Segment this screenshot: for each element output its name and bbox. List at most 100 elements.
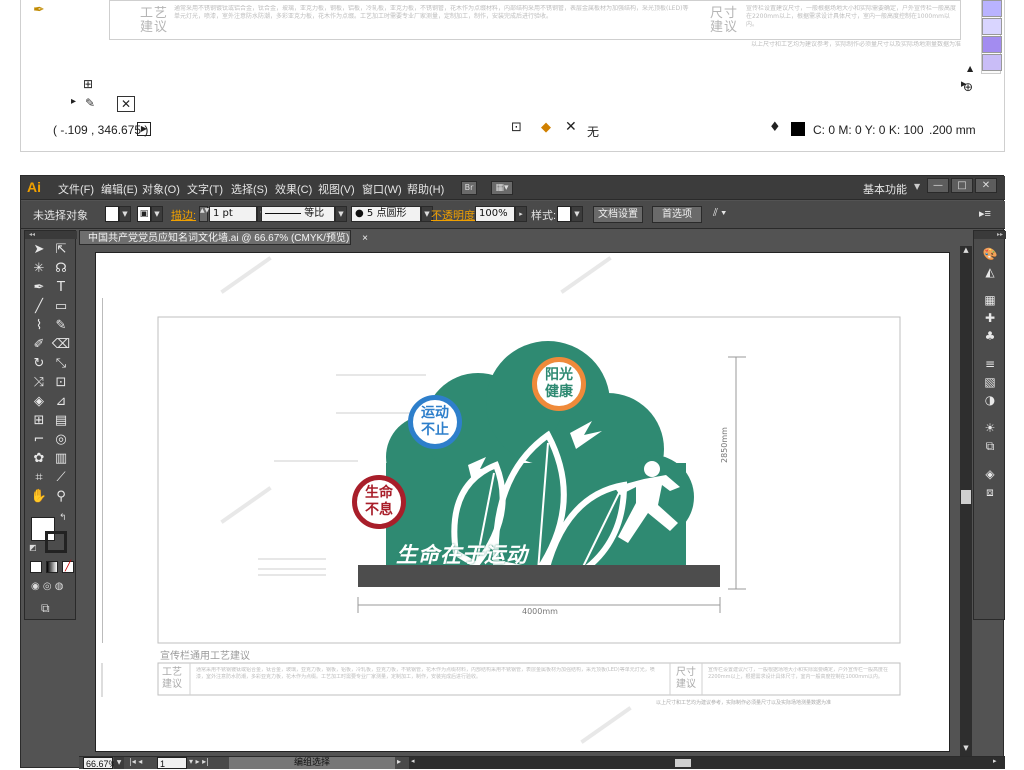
- draw-modes-icon[interactable]: ◉ ◎ ◍: [31, 581, 64, 592]
- color-mode-icon[interactable]: [30, 561, 42, 573]
- horizontal-scrollbar[interactable]: ◂ ▸: [409, 757, 1005, 769]
- paint-bucket-icon[interactable]: ◆: [541, 120, 551, 135]
- lasso-tool-icon[interactable]: ☊: [51, 260, 71, 278]
- slice-tool-icon[interactable]: ⟋: [51, 469, 71, 487]
- play-icon[interactable]: ▸: [71, 96, 76, 107]
- tools-collapse-icon[interactable]: ◂◂: [25, 231, 77, 239]
- shape-builder-tool-icon[interactable]: ◈: [29, 393, 49, 411]
- opacity-dropdown-icon[interactable]: ▸: [515, 206, 527, 222]
- menu-view[interactable]: 视图(V): [318, 181, 355, 197]
- document-tab-close-icon[interactable]: ×: [362, 233, 368, 244]
- screen-mode-icon[interactable]: ⧉: [41, 601, 50, 616]
- eyedropper-icon[interactable]: ✎: [85, 96, 95, 110]
- symbol-sprayer-tool-icon[interactable]: ✿: [29, 450, 49, 468]
- hand-tool-icon[interactable]: ✋: [29, 488, 49, 506]
- opacity-input[interactable]: 100%: [475, 206, 515, 222]
- menu-type[interactable]: 文字(T): [187, 181, 223, 197]
- gradient-mode-icon[interactable]: [46, 561, 58, 573]
- none-mode-icon[interactable]: ╱: [62, 561, 74, 573]
- artboard-tool-icon[interactable]: ⌗: [29, 469, 49, 487]
- add-page-icon[interactable]: ⊞: [83, 77, 93, 91]
- graphic-style-swatch[interactable]: [557, 206, 571, 222]
- artboards-panel-icon[interactable]: ⧈: [980, 483, 1000, 501]
- swatch-2[interactable]: [982, 18, 1002, 35]
- next-artboard-icon[interactable]: ▾ ▸ ▸|: [189, 757, 209, 766]
- brush-field[interactable]: ● 5 点圆形: [351, 206, 421, 222]
- free-transform-tool-icon[interactable]: ⊡: [51, 374, 71, 392]
- perspective-grid-tool-icon[interactable]: ⊿: [51, 393, 71, 411]
- pen-tool-icon[interactable]: ✒: [33, 2, 45, 18]
- status-mode-field[interactable]: 编组选择: [229, 757, 395, 769]
- symbols-panel-icon[interactable]: ♣: [980, 327, 1000, 345]
- scroll-down-icon[interactable]: ▼: [961, 744, 971, 754]
- canvas-area[interactable]: 生命 不息 运动 不止 阳光 健康 生命在于运动 4000mm 2850mm 宣…: [79, 246, 959, 756]
- stroke-color-box[interactable]: [45, 531, 67, 553]
- maximize-button[interactable]: □: [951, 178, 973, 193]
- paintbrush-tool-icon[interactable]: ⌇: [29, 317, 49, 335]
- eraser-tool-icon[interactable]: ⌫: [51, 336, 71, 354]
- none-fill-icon[interactable]: ✕: [117, 96, 135, 112]
- menu-file[interactable]: 文件(F): [58, 181, 94, 197]
- swatch-4[interactable]: [982, 54, 1002, 71]
- close-button[interactable]: ✕: [975, 178, 997, 193]
- ink-icon[interactable]: ♦: [769, 120, 781, 135]
- arrange-documents-icon[interactable]: ▦▾: [491, 181, 513, 195]
- scroll-right-icon[interactable]: ▸: [993, 757, 997, 765]
- control-panel-menu-icon[interactable]: ▸≡: [979, 207, 991, 220]
- type-tool-icon[interactable]: T: [51, 279, 71, 297]
- color-guide-icon[interactable]: ◭: [980, 263, 1000, 281]
- menu-select[interactable]: 选择(S): [231, 181, 268, 197]
- minimize-button[interactable]: —: [927, 178, 949, 193]
- dock-expand-icon[interactable]: ▸▸: [974, 231, 1006, 239]
- swatch-1[interactable]: [982, 0, 1002, 17]
- graphic-styles-panel-icon[interactable]: ⧉: [980, 437, 1000, 455]
- hscroll-thumb[interactable]: [675, 759, 691, 767]
- magic-wand-tool-icon[interactable]: ✳: [29, 260, 49, 278]
- gradient-tool-icon[interactable]: ▤: [51, 412, 71, 430]
- fill-color-swatch[interactable]: [105, 206, 119, 222]
- stroke-profile-dropdown-icon[interactable]: ▼: [335, 206, 347, 222]
- stroke-stepper[interactable]: ▲▼: [199, 206, 209, 222]
- rotate-tool-icon[interactable]: ↻: [29, 355, 49, 373]
- layers-panel-icon[interactable]: ◈: [980, 465, 1000, 483]
- graphic-style-dropdown-icon[interactable]: ▼: [571, 206, 583, 222]
- zoom-tool-icon[interactable]: ⚲: [51, 488, 71, 506]
- artboard-number-field[interactable]: 1: [157, 757, 187, 769]
- color-panel-icon[interactable]: 🎨: [980, 245, 1000, 263]
- artboard[interactable]: 生命 不息 运动 不止 阳光 健康 生命在于运动 4000mm 2850mm 宣…: [95, 252, 950, 752]
- stroke-color-swatch[interactable]: ▣: [137, 206, 151, 222]
- preferences-button[interactable]: 首选项: [652, 206, 702, 223]
- column-graph-tool-icon[interactable]: ▥: [51, 450, 71, 468]
- menu-window[interactable]: 窗口(W): [362, 181, 402, 197]
- gradient-panel-icon[interactable]: ▧: [980, 373, 1000, 391]
- blob-brush-tool-icon[interactable]: ✐: [29, 336, 49, 354]
- swatches-panel-icon[interactable]: ▦: [980, 291, 1000, 309]
- width-tool-icon[interactable]: ⤨: [29, 374, 49, 392]
- scroll-up-icon[interactable]: ▲: [967, 64, 973, 73]
- rectangle-tool-icon[interactable]: ▭: [51, 298, 71, 316]
- selection-tool-icon[interactable]: ➤: [29, 241, 49, 259]
- first-artboard-icon[interactable]: |◂ ◂: [129, 757, 142, 766]
- scroll-up-icon[interactable]: ▲: [961, 246, 971, 256]
- stroke-profile-field[interactable]: 等比: [261, 206, 335, 222]
- mesh-tool-icon[interactable]: ⊞: [29, 412, 49, 430]
- menu-object[interactable]: 对象(O): [142, 181, 180, 197]
- default-colors-icon[interactable]: ◩: [29, 543, 37, 552]
- fill-dropdown-icon[interactable]: ▼: [119, 206, 131, 222]
- workspace-switcher[interactable]: 基本功能: [863, 181, 907, 197]
- stroke-label[interactable]: 描边:: [171, 207, 196, 223]
- scale-tool-icon[interactable]: ⤡: [51, 355, 71, 373]
- align-options-icon[interactable]: ⫽ ▾: [713, 207, 726, 220]
- direct-selection-tool-icon[interactable]: ⇱: [51, 241, 71, 259]
- opacity-label[interactable]: 不透明度:: [431, 207, 478, 223]
- color-swatch-black[interactable]: [791, 122, 805, 136]
- blend-tool-icon[interactable]: ◎: [51, 431, 71, 449]
- scroll-thumb[interactable]: [961, 490, 971, 504]
- scroll-left-icon[interactable]: ◂: [411, 757, 415, 765]
- workspace-dropdown-icon[interactable]: ▼: [914, 182, 920, 191]
- brushes-panel-icon[interactable]: ✚: [980, 309, 1000, 327]
- zoom-dropdown-icon[interactable]: ▼: [114, 757, 124, 769]
- bridge-button[interactable]: Br: [461, 181, 477, 195]
- status-menu-icon[interactable]: ▸: [397, 757, 401, 766]
- menu-edit[interactable]: 编辑(E): [101, 181, 138, 197]
